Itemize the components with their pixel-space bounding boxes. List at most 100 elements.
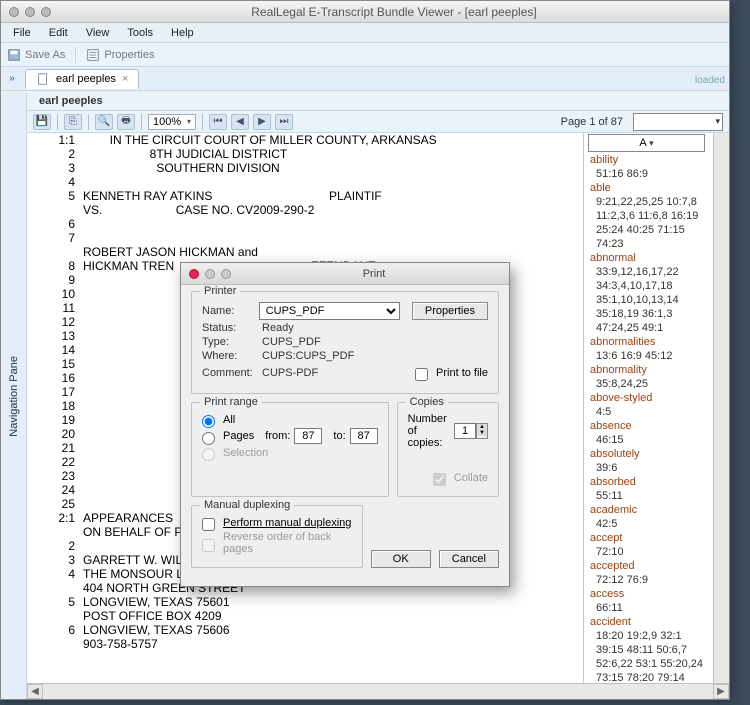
minimize-icon[interactable] xyxy=(205,269,215,279)
index-refs[interactable]: 42:5 xyxy=(584,517,713,531)
index-refs[interactable]: 46:15 xyxy=(584,433,713,447)
range-pages-radio[interactable] xyxy=(202,432,215,445)
index-refs[interactable]: 66:11 xyxy=(584,601,713,615)
line-number: 2 xyxy=(27,539,83,553)
window-controls[interactable] xyxy=(1,7,59,17)
index-refs[interactable]: 33:9,12,16,17,22 34:3,4,10,17,18 35:1,10… xyxy=(584,265,713,335)
doc-line[interactable]: 2 8TH JUDICIAL DISTRICT xyxy=(27,147,583,161)
line-number: 3 xyxy=(27,553,83,567)
menubar: File Edit View Tools Help xyxy=(1,23,729,43)
index-term[interactable]: accept xyxy=(584,531,713,545)
doc-line[interactable]: POST OFFICE BOX 4209 xyxy=(27,609,583,623)
index-refs[interactable]: 51:16 86:9 xyxy=(584,167,713,181)
nav-pane-collapsed[interactable]: Navigation Pane xyxy=(1,93,27,699)
save-as-button[interactable]: Save As xyxy=(7,48,65,62)
printer-name-dropdown[interactable]: CUPS_PDF xyxy=(259,302,400,320)
where-value: CUPS:CUPS_PDF xyxy=(262,350,354,362)
ok-button[interactable]: OK xyxy=(371,550,431,568)
page-info: Page 1 of 87 xyxy=(561,116,623,128)
print-icon[interactable]: 🖶 xyxy=(117,114,135,130)
close-icon[interactable] xyxy=(189,269,199,279)
doc-line[interactable]: 6LONGVIEW, TEXAS 75606 xyxy=(27,623,583,637)
index-refs[interactable]: 72:10 xyxy=(584,545,713,559)
doc-line[interactable]: 6 xyxy=(27,217,583,231)
menu-edit[interactable]: Edit xyxy=(41,25,76,41)
index-pane[interactable]: A ability51:16 86:9able9:21,22,25,25 10:… xyxy=(583,133,713,683)
range-all-label: All xyxy=(223,414,235,426)
doc-line[interactable]: VS. CASE NO. CV2009-290-2 xyxy=(27,203,583,217)
index-refs[interactable]: 13:6 16:9 45:12 xyxy=(584,349,713,363)
doc-line[interactable]: 1:1 IN THE CIRCUIT COURT OF MILLER COUNT… xyxy=(27,133,583,147)
save-icon[interactable]: 💾 xyxy=(33,114,51,130)
manual-duplex-checkbox[interactable] xyxy=(202,518,215,531)
doc-line[interactable]: 903-758-5757 xyxy=(27,637,583,651)
index-term[interactable]: abnormalities xyxy=(584,335,713,349)
dialog-titlebar[interactable]: Print xyxy=(181,263,509,285)
printer-properties-button[interactable]: Properties xyxy=(412,302,488,320)
copies-group: Copies Number of copies: ▲▼ Collate xyxy=(397,402,499,497)
menu-view[interactable]: View xyxy=(78,25,118,41)
index-refs[interactable]: 72:12 76:9 xyxy=(584,573,713,587)
index-term[interactable]: access xyxy=(584,587,713,601)
menu-file[interactable]: File xyxy=(5,25,39,41)
index-term[interactable]: accepted xyxy=(584,559,713,573)
first-page-icon[interactable]: ⏮ xyxy=(209,114,227,130)
range-all-radio[interactable] xyxy=(202,415,215,428)
doc-line[interactable]: ROBERT JASON HICKMAN and xyxy=(27,245,583,259)
index-term[interactable]: accident xyxy=(584,615,713,629)
tabbar: » earl peeples × xyxy=(1,67,729,91)
index-refs[interactable]: 9:21,22,25,25 10:7,8 11:2,3,6 11:6,8 16:… xyxy=(584,195,713,251)
scroll-right-icon[interactable]: ▶ xyxy=(713,684,729,699)
doc-line[interactable]: 5KENNETH RAY ATKINS PLAINTIF xyxy=(27,189,583,203)
copy-icon[interactable]: ⎘ xyxy=(64,114,82,130)
zoom-icon[interactable] xyxy=(221,269,231,279)
scrollbar-vertical[interactable] xyxy=(713,133,729,683)
doc-line[interactable]: 3 SOUTHERN DIVISION xyxy=(27,161,583,175)
menu-tools[interactable]: Tools xyxy=(119,25,161,41)
range-selection-label: Selection xyxy=(223,447,268,459)
range-selection-radio xyxy=(202,448,215,461)
copies-spinner[interactable]: ▲▼ xyxy=(454,423,488,439)
index-term[interactable]: absorbed xyxy=(584,475,713,489)
toolbar-doc: 💾 ⎘ 🔍 🖶 100% ⏮ ◀ ▶ ⏭ Page 1 of 87 xyxy=(27,111,729,133)
pages-from-input[interactable] xyxy=(294,428,322,444)
index-term[interactable]: abnormality xyxy=(584,363,713,377)
doc-line[interactable]: 5LONGVIEW, TEXAS 75601 xyxy=(27,595,583,609)
index-refs[interactable]: 18:20 19:2,9 32:1 39:15 48:11 50:6,7 52:… xyxy=(584,629,713,683)
doc-line[interactable]: 7 xyxy=(27,231,583,245)
tab-close-icon[interactable]: × xyxy=(122,73,128,85)
index-refs[interactable]: 4:5 xyxy=(584,405,713,419)
index-term[interactable]: ability xyxy=(584,153,713,167)
index-refs[interactable]: 39:6 xyxy=(584,461,713,475)
last-page-icon[interactable]: ⏭ xyxy=(275,114,293,130)
index-refs[interactable]: 35:8,24,25 xyxy=(584,377,713,391)
index-term[interactable]: above-styled xyxy=(584,391,713,405)
index-term[interactable]: absence xyxy=(584,419,713,433)
tab-earl-peeples[interactable]: earl peeples × xyxy=(25,69,139,89)
index-term[interactable]: abnormal xyxy=(584,251,713,265)
next-page-icon[interactable]: ▶ xyxy=(253,114,271,130)
index-term[interactable]: academic xyxy=(584,503,713,517)
properties-button[interactable]: Properties xyxy=(86,48,154,62)
line-number: 16 xyxy=(27,371,83,385)
doc-line[interactable]: 4 xyxy=(27,175,583,189)
menu-help[interactable]: Help xyxy=(163,25,202,41)
prev-page-icon[interactable]: ◀ xyxy=(231,114,249,130)
line-number xyxy=(27,581,83,595)
scroll-left-icon[interactable]: ◀ xyxy=(27,684,43,699)
print-to-file-checkbox[interactable] xyxy=(415,368,428,381)
line-number: 5 xyxy=(27,189,83,203)
scrollbar-horizontal[interactable]: ◀ ▶ xyxy=(27,683,729,699)
index-header-dropdown[interactable]: A xyxy=(588,134,705,152)
index-refs[interactable]: 55:11 xyxy=(584,489,713,503)
index-term[interactable]: able xyxy=(584,181,713,195)
search-dropdown[interactable] xyxy=(633,113,723,131)
find-icon[interactable]: 🔍 xyxy=(95,114,113,130)
zoom-dropdown[interactable]: 100% xyxy=(148,114,196,130)
pages-to-input[interactable] xyxy=(350,428,378,444)
type-label: Type: xyxy=(202,336,256,348)
copies-input[interactable] xyxy=(454,423,476,439)
navpane-toggle[interactable]: » xyxy=(5,73,19,84)
cancel-button[interactable]: Cancel xyxy=(439,550,499,568)
index-term[interactable]: absolutely xyxy=(584,447,713,461)
